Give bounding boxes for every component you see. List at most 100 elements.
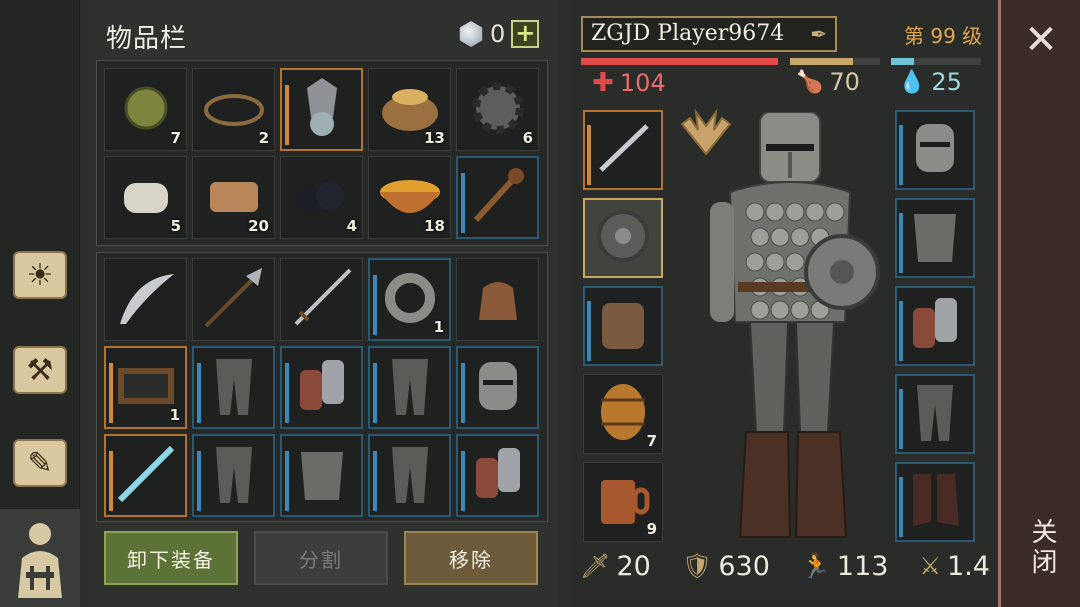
player-name-box[interactable]: ZGJD Player9674 ✒	[581, 16, 837, 52]
gear-icon	[470, 80, 526, 140]
backpack-icon	[596, 295, 650, 357]
slot-soup-bowl[interactable]: 18	[368, 156, 451, 239]
trap-icon	[202, 88, 266, 132]
defense-stat: 🛡 630	[682, 551, 770, 582]
slot-iron-ring[interactable]: 1	[368, 258, 451, 341]
tab-crafting[interactable]: ⚒	[6, 335, 74, 405]
slot-chest[interactable]	[895, 198, 975, 278]
gauntlet-icon	[470, 444, 526, 508]
durability-bar	[587, 301, 591, 361]
close-icon[interactable]: ✕	[1020, 20, 1062, 62]
tab-scroll[interactable]: ✎	[6, 428, 74, 498]
player-name: ZGJD Player9674	[591, 21, 785, 46]
armor-icon	[908, 206, 962, 270]
slot-grain-sack[interactable]: 13	[368, 68, 451, 151]
slot-bear-trap[interactable]: 2	[192, 68, 275, 151]
slot-cloth-roll[interactable]: 5	[104, 156, 187, 239]
dagger-icon	[593, 120, 653, 180]
durability-bar	[587, 125, 591, 185]
cloth-roll-icon	[116, 171, 176, 225]
slot-chain-leggings-2[interactable]	[368, 346, 451, 429]
slot-dagger[interactable]	[583, 110, 663, 190]
item-quantity: 13	[424, 129, 445, 147]
rename-feather-icon[interactable]: ✒	[810, 22, 827, 46]
close-button[interactable]: 关闭	[1024, 518, 1061, 578]
slot-backpack[interactable]	[583, 286, 663, 366]
helmet-figure-icon	[297, 77, 347, 142]
water-value: 25	[931, 68, 962, 96]
slot-halberd[interactable]	[192, 258, 275, 341]
durability-bar	[461, 173, 465, 233]
item-quantity: 4	[346, 217, 357, 235]
slot-helmet[interactable]	[895, 110, 975, 190]
slot-coal[interactable]: 4	[280, 156, 363, 239]
slot-gloves[interactable]	[895, 286, 975, 366]
boots-icon	[907, 470, 963, 534]
health-value: 104	[619, 69, 666, 97]
slot-spiked-club[interactable]	[456, 156, 539, 239]
slot-longsword[interactable]	[280, 258, 363, 341]
speed-runner-icon: 🏃	[801, 552, 831, 580]
durability-bar	[197, 363, 201, 423]
durability-bar	[461, 451, 465, 511]
slot-scale-armor[interactable]	[280, 434, 363, 517]
slot-great-helm[interactable]	[456, 346, 539, 429]
remove-button[interactable]: 移除	[404, 531, 538, 585]
durability-bar	[373, 275, 377, 335]
attack-sword-icon: 🗡	[580, 552, 611, 580]
slot-gear[interactable]: 6	[456, 68, 539, 151]
scroll-quill-icon: ✎	[13, 439, 67, 487]
add-currency-button[interactable]: +	[511, 20, 540, 48]
slot-tankard[interactable]: 9	[583, 462, 663, 542]
food-stat: 🍗 70	[796, 68, 860, 96]
speed-stat: 🏃 113	[801, 551, 888, 582]
character-icon	[18, 523, 62, 598]
gauntlet-icon	[907, 294, 963, 358]
slot-winged-helmet-figure[interactable]	[280, 68, 363, 151]
currency-counter: 0 +	[458, 20, 540, 48]
craft-hammer-icon: ⚒	[13, 346, 67, 394]
slot-chain-leggings-1[interactable]	[192, 346, 275, 429]
slot-boots[interactable]	[895, 462, 975, 542]
slot-wooden-frame[interactable]: 1	[104, 346, 187, 429]
slot-plant-fiber-ball[interactable]: 7	[104, 68, 187, 151]
durability-bar	[461, 363, 465, 423]
leggings-icon	[913, 381, 957, 447]
tab-journal[interactable]: ☀	[6, 240, 74, 310]
gauntlet-icon	[294, 356, 350, 420]
halberd-icon	[202, 266, 266, 334]
durability-bar	[109, 363, 113, 423]
slot-leather-bag[interactable]	[456, 258, 539, 341]
slot-scimitar[interactable]	[104, 258, 187, 341]
durability-bar	[899, 213, 903, 273]
slot-gauntlets-1[interactable]	[280, 346, 363, 429]
water-bar-fill	[891, 58, 914, 65]
health-stat: ✚ 104	[592, 68, 666, 98]
leggings-icon	[212, 355, 256, 421]
food-bar-fill	[790, 58, 853, 65]
health-bar	[581, 58, 778, 65]
slot-barrel[interactable]: 7	[583, 374, 663, 454]
slot-round-shield[interactable]	[583, 198, 663, 278]
slot-chain-leggings-3[interactable]	[192, 434, 275, 517]
durability-bar	[285, 85, 289, 145]
durability-bar	[899, 477, 903, 537]
defense-value: 630	[718, 550, 770, 582]
equipment-right-column	[895, 110, 979, 542]
tab-character[interactable]	[0, 509, 80, 607]
ring-icon	[382, 270, 438, 330]
slot-gauntlets-2[interactable]	[456, 434, 539, 517]
leather-icon	[204, 174, 264, 222]
leggings-icon	[388, 443, 432, 509]
split-button[interactable]: 分割	[254, 531, 388, 585]
journal-icon: ☀	[13, 251, 67, 299]
food-drumstick-icon: 🍗	[796, 69, 824, 95]
left-tab-rail: ☀ ⚒ ✎	[0, 0, 80, 607]
slot-legs[interactable]	[895, 374, 975, 454]
slot-leather[interactable]: 20	[192, 156, 275, 239]
slot-ice-sword[interactable]	[104, 434, 187, 517]
slot-chain-leggings-4[interactable]	[368, 434, 451, 517]
close-rail	[998, 0, 1080, 607]
unequip-button[interactable]: 卸下装备	[104, 531, 238, 585]
item-quantity: 1	[433, 318, 444, 336]
